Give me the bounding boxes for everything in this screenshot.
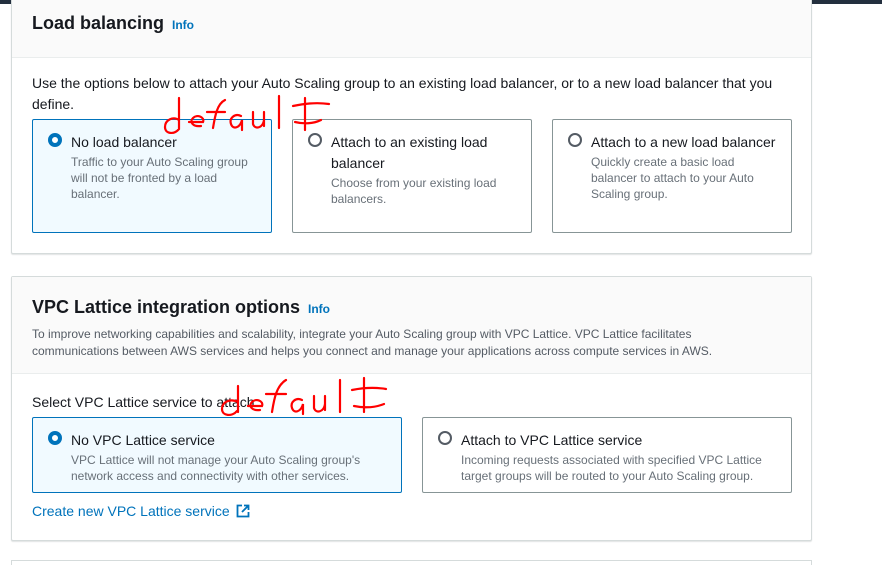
tile-no-vpc-lattice[interactable]: No VPC Lattice service VPC Lattice will … bbox=[32, 417, 402, 493]
radio-existing-load-balancer[interactable] bbox=[308, 133, 322, 147]
vpc-lattice-select-label: Select VPC Lattice service to attach bbox=[32, 394, 255, 410]
create-vpc-lattice-link[interactable]: Create new VPC Lattice service bbox=[32, 503, 250, 519]
next-panel-edge bbox=[11, 560, 812, 565]
tile-attach-vpc-lattice[interactable]: Attach to VPC Lattice service Incoming r… bbox=[422, 417, 792, 493]
tile-label: No load balancer bbox=[71, 134, 177, 150]
load-balancing-header: Load balancing Info bbox=[12, 0, 811, 58]
tile-description: Quickly create a basic load balancer to … bbox=[591, 155, 754, 201]
tile-description: Traffic to your Auto Scaling group will … bbox=[71, 155, 248, 201]
tile-label: Attach to VPC Lattice service bbox=[461, 432, 643, 448]
create-link-label: Create new VPC Lattice service bbox=[32, 503, 230, 519]
external-link-icon bbox=[236, 504, 250, 518]
radio-no-vpc-lattice[interactable] bbox=[48, 431, 62, 445]
vpc-lattice-description: To improve networking capabilities and s… bbox=[32, 327, 713, 358]
vpc-lattice-header: VPC Lattice integration options Info To … bbox=[12, 277, 811, 374]
tile-no-load-balancer[interactable]: No load balancer Traffic to your Auto Sc… bbox=[32, 119, 272, 233]
tile-new-load-balancer[interactable]: Attach to a new load balancer Quickly cr… bbox=[552, 119, 792, 233]
vpc-lattice-info-link[interactable]: Info bbox=[308, 302, 330, 316]
tile-description: Choose from your existing load balancers… bbox=[331, 176, 497, 206]
tile-label: No VPC Lattice service bbox=[71, 432, 215, 448]
radio-no-load-balancer[interactable] bbox=[48, 133, 62, 147]
tile-existing-load-balancer[interactable]: Attach to an existing load balancer Choo… bbox=[292, 119, 532, 233]
load-balancing-description: Use the options below to attach your Aut… bbox=[32, 75, 773, 112]
load-balancing-info-link[interactable]: Info bbox=[172, 18, 194, 32]
tile-label: Attach to a new load balancer bbox=[591, 134, 776, 150]
vpc-lattice-title: VPC Lattice integration options bbox=[32, 297, 301, 317]
load-balancing-title: Load balancing bbox=[32, 13, 165, 33]
radio-attach-vpc-lattice[interactable] bbox=[438, 431, 452, 445]
tile-label: Attach to an existing load balancer bbox=[331, 134, 488, 171]
radio-new-load-balancer[interactable] bbox=[568, 133, 582, 147]
tile-description: VPC Lattice will not manage your Auto Sc… bbox=[71, 453, 361, 483]
load-balancing-panel: Load balancing Info Use the options belo… bbox=[11, 0, 812, 254]
tile-description: Incoming requests associated with specif… bbox=[461, 453, 762, 483]
vpc-lattice-panel: VPC Lattice integration options Info To … bbox=[11, 276, 812, 541]
